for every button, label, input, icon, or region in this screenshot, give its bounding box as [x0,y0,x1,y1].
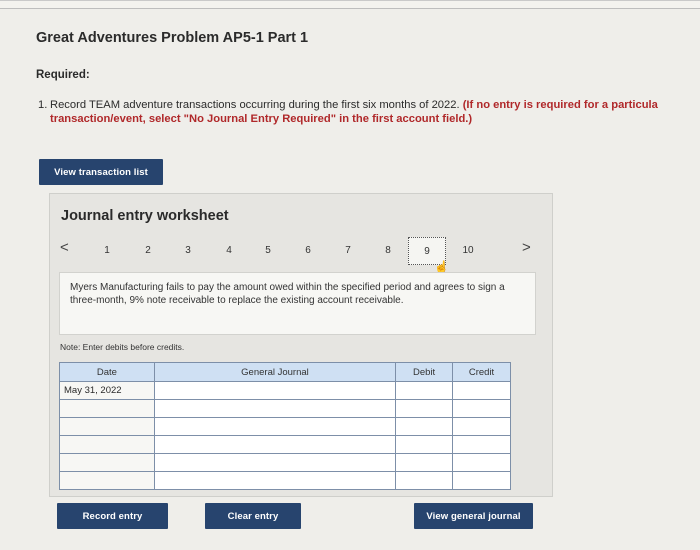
debit-credit-note: Note: Enter debits before credits. [60,342,185,352]
header-general-journal: General Journal [153,362,397,382]
pager-page-2[interactable]: 2 [141,245,155,256]
instruction-text: Record TEAM adventure transactions occur… [50,99,460,111]
date-cell [59,471,155,490]
table-row [59,471,511,490]
pager-page-1[interactable]: 1 [100,245,114,256]
header-debit: Debit [395,362,454,382]
debit-field[interactable] [395,471,454,490]
pager-page-6[interactable]: 6 [301,245,315,256]
pager-page-5[interactable]: 5 [261,245,275,256]
pager-page-10[interactable]: 10 [458,245,478,256]
worksheet-title: Journal entry worksheet [61,208,229,224]
debit-field[interactable] [395,417,454,436]
debit-field[interactable] [395,399,454,418]
record-entry-button[interactable]: Record entry [57,503,168,529]
top-bar [0,1,700,9]
journal-entry-worksheet: Journal entry worksheet < 1 2 3 4 5 6 7 … [49,193,553,497]
view-general-journal-button[interactable]: View general journal [414,503,533,529]
instructions: 1. Record TEAM adventure transactions occ… [38,98,700,126]
header-credit: Credit [452,362,511,382]
instruction-note-part2: transaction/event, select "No Journal En… [50,113,473,125]
instruction-number: 1. [38,99,48,111]
credit-field[interactable] [452,453,511,472]
table-row [59,417,511,436]
clear-entry-button[interactable]: Clear entry [205,503,301,529]
credit-field[interactable] [452,417,511,436]
header-date: Date [59,362,155,382]
table-row [59,435,511,454]
transaction-pager: < 1 2 3 4 5 6 7 8 9 ☝ 10 > [50,236,554,274]
view-transaction-list-button[interactable]: View transaction list [39,159,163,185]
pager-page-9-label: 9 [424,246,430,257]
account-field[interactable] [153,399,397,418]
debit-field[interactable] [395,435,454,454]
credit-field[interactable] [452,399,511,418]
debit-field[interactable] [395,381,454,400]
account-field[interactable] [153,471,397,490]
account-field[interactable] [153,435,397,454]
table-row [59,399,511,418]
date-cell: May 31, 2022 [59,381,155,400]
date-cell [59,435,155,454]
pager-prev-button[interactable]: < [60,239,69,256]
journal-table: Date General Journal Debit Credit May 31… [59,362,511,490]
date-cell [59,453,155,472]
page: Great Adventures Problem AP5-1 Part 1 Re… [0,0,700,550]
pager-page-8[interactable]: 8 [381,245,395,256]
date-cell [59,399,155,418]
page-title: Great Adventures Problem AP5-1 Part 1 [36,30,309,46]
credit-field[interactable] [452,381,511,400]
pager-page-7[interactable]: 7 [341,245,355,256]
account-field[interactable] [153,417,397,436]
pager-next-button[interactable]: > [522,239,531,256]
debit-field[interactable] [395,453,454,472]
pager-page-3[interactable]: 3 [181,245,195,256]
required-label: Required: [36,69,90,81]
account-field[interactable] [153,381,397,400]
table-row [59,453,511,472]
credit-field[interactable] [452,435,511,454]
account-field[interactable] [153,453,397,472]
credit-field[interactable] [452,471,511,490]
instruction-note-part1: (If no entry is required for a particula [462,99,658,111]
transaction-description: Myers Manufacturing fails to pay the amo… [59,272,536,335]
table-row: May 31, 2022 [59,381,511,400]
pager-page-4[interactable]: 4 [222,245,236,256]
date-cell [59,417,155,436]
